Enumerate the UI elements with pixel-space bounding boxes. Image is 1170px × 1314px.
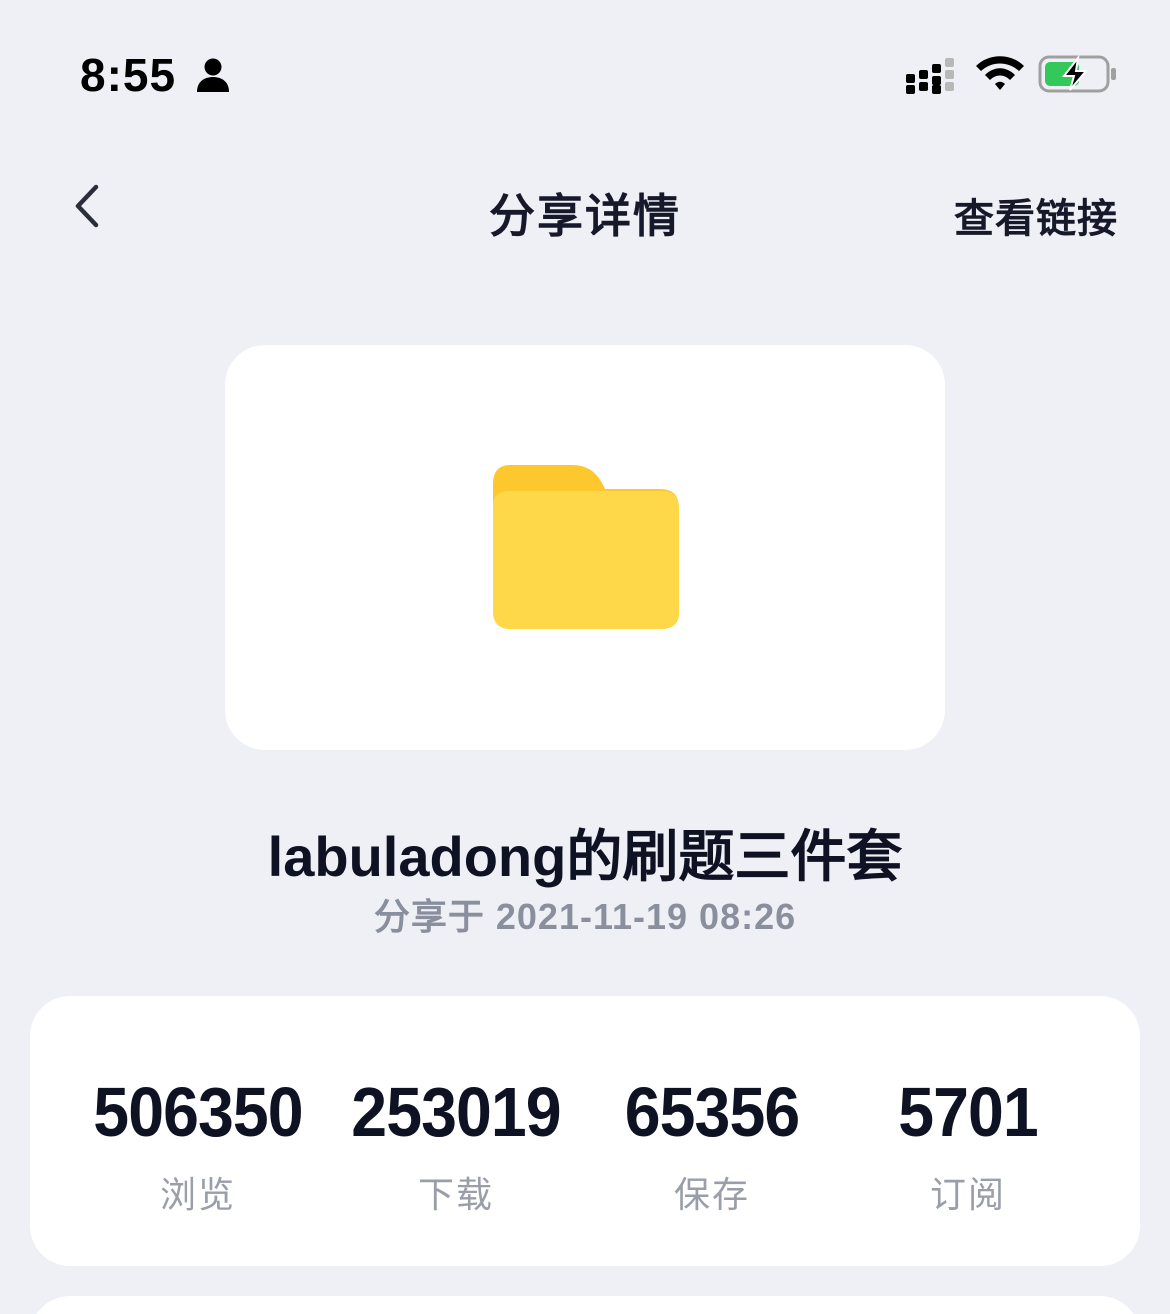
stat-subscriptions: 5701 订阅 [838,1072,1098,1218]
file-preview-card[interactable] [225,345,945,750]
file-name: labuladong的刷题三件套 [267,825,903,888]
stat-label: 保存 [673,1174,750,1215]
share-detail-page: 8:55 分享详情 查看链接 labuladong的刷题三件套 分享于 2021… [0,0,1170,1314]
cellular-signal-icon [906,58,954,94]
stat-saves: 65356 保存 [582,1072,842,1218]
stat-label: 浏览 [159,1174,236,1215]
stat-value: 65356 [624,1073,800,1151]
status-bar: 8:55 [0,0,1170,150]
stat-label: 下载 [417,1174,494,1215]
stats-card: 506350 浏览 253019 下载 65356 保存 5701 订阅 [30,996,1140,1266]
wifi-icon [976,56,1024,90]
next-section-card [30,1296,1140,1314]
folder-icon [493,465,679,629]
stat-value: 253019 [351,1073,561,1151]
stat-label: 订阅 [929,1174,1006,1215]
stat-value: 5701 [898,1073,1039,1151]
person-icon [197,58,229,92]
battery-charging-icon [1038,54,1116,93]
share-time: 分享于 2021-11-19 08:26 [373,896,797,937]
stat-value: 506350 [93,1073,303,1151]
stat-downloads: 253019 下载 [326,1072,586,1218]
status-time: 8:55 [80,49,177,101]
view-link-button[interactable]: 查看链接 [954,186,1118,244]
stat-views: 506350 浏览 [68,1072,328,1218]
